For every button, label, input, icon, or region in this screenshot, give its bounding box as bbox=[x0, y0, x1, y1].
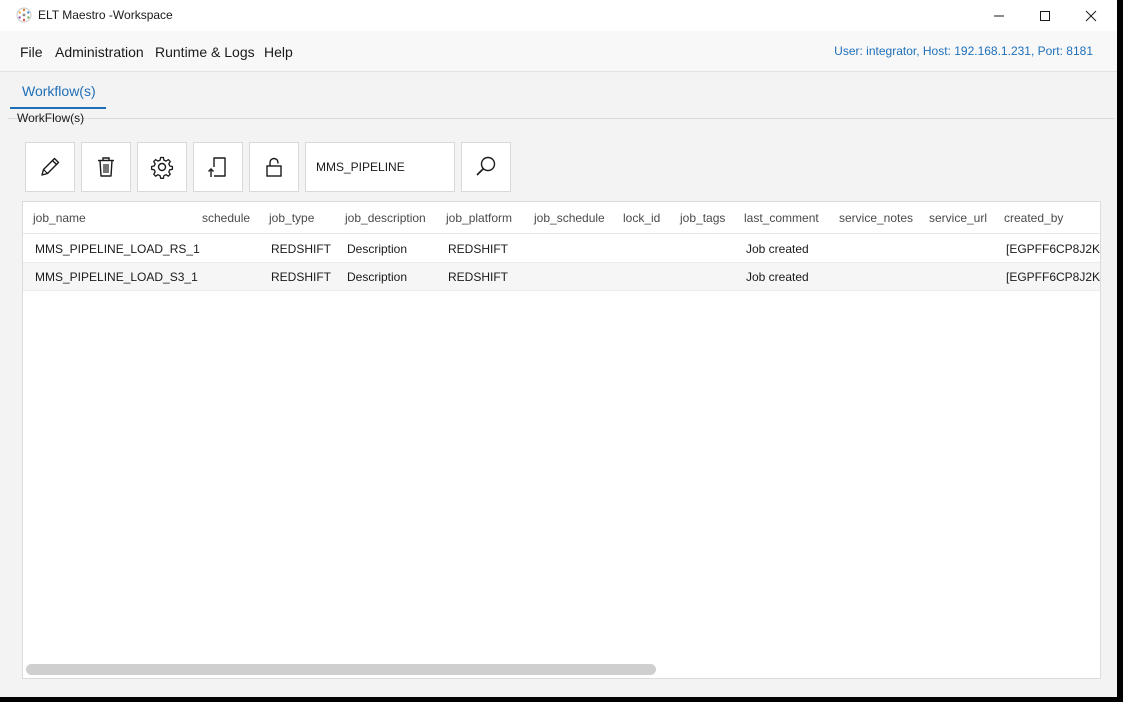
column-header-job-type[interactable]: job_type bbox=[269, 211, 314, 225]
close-button[interactable] bbox=[1068, 0, 1114, 31]
tab-strip: Workflow(s) bbox=[0, 72, 1117, 112]
cell-job-description: Description bbox=[347, 242, 408, 256]
settings-button[interactable] bbox=[137, 142, 187, 192]
column-header-lock-id[interactable]: lock_id bbox=[623, 211, 660, 225]
cell-job-name: MMS_PIPELINE_LOAD_S3_1 bbox=[35, 270, 198, 284]
cell-job-type: REDSHIFT bbox=[271, 270, 331, 284]
settings-icon bbox=[150, 156, 174, 179]
search-button[interactable] bbox=[461, 142, 511, 192]
column-header-service-url[interactable]: service_url bbox=[929, 211, 987, 225]
import-icon bbox=[208, 157, 226, 177]
maximize-button[interactable] bbox=[1022, 0, 1068, 31]
menu-help[interactable]: Help bbox=[264, 44, 293, 60]
title-bar: ELT Maestro -Workspace bbox=[0, 0, 1117, 31]
import-button[interactable] bbox=[193, 142, 243, 192]
menu-file[interactable]: File bbox=[20, 44, 43, 60]
cell-last-comment: Job created bbox=[746, 270, 809, 284]
tab-workflows-label: Workflow(s) bbox=[22, 83, 96, 99]
maximize-icon bbox=[1040, 10, 1050, 21]
workflow-grid: job_name schedule job_type job_descripti… bbox=[22, 201, 1101, 679]
minimize-button[interactable] bbox=[976, 0, 1022, 31]
close-icon bbox=[1085, 10, 1097, 21]
app-window: ELT Maestro -Workspace File Administrati… bbox=[0, 0, 1117, 697]
minimize-icon bbox=[994, 15, 1004, 16]
column-header-job-name[interactable]: job_name bbox=[33, 211, 86, 225]
column-header-job-schedule[interactable]: job_schedule bbox=[534, 211, 605, 225]
active-tab-indicator bbox=[10, 107, 106, 109]
column-header-job-description[interactable]: job_description bbox=[345, 211, 426, 225]
tab-workflows[interactable]: Workflow(s) bbox=[10, 72, 106, 109]
search-icon bbox=[476, 156, 496, 176]
column-header-created-by[interactable]: created_by bbox=[1004, 211, 1063, 225]
cell-job-name: MMS_PIPELINE_LOAD_RS_1 bbox=[35, 242, 200, 256]
table-row[interactable]: MMS_PIPELINE_LOAD_RS_1 REDSHIFT Descript… bbox=[23, 235, 1101, 263]
horizontal-scrollbar[interactable] bbox=[26, 664, 656, 675]
table-row[interactable]: MMS_PIPELINE_LOAD_S3_1 REDSHIFT Descript… bbox=[23, 263, 1101, 291]
cell-created-by: [EGPFF6CP8J2KO] bbox=[1006, 242, 1101, 256]
unlock-button[interactable] bbox=[249, 142, 299, 192]
search-input[interactable] bbox=[305, 142, 455, 192]
app-logo-icon bbox=[16, 7, 32, 23]
connection-info: User: integrator, Host: 192.168.1.231, P… bbox=[834, 44, 1093, 58]
grid-header: job_name schedule job_type job_descripti… bbox=[23, 202, 1100, 234]
column-header-job-tags[interactable]: job_tags bbox=[680, 211, 725, 225]
column-header-job-platform[interactable]: job_platform bbox=[446, 211, 512, 225]
section-label: WorkFlow(s) bbox=[17, 111, 85, 125]
cell-created-by: [EGPFF6CP8J2KO] bbox=[1006, 270, 1101, 284]
unlock-icon bbox=[266, 157, 282, 177]
tab-divider bbox=[8, 118, 1115, 119]
cell-last-comment: Job created bbox=[746, 242, 809, 256]
edit-icon bbox=[41, 157, 60, 176]
menu-bar: File Administration Runtime & Logs Help … bbox=[0, 31, 1117, 72]
menu-administration[interactable]: Administration bbox=[55, 44, 144, 60]
column-header-schedule[interactable]: schedule bbox=[202, 211, 250, 225]
cell-job-platform: REDSHIFT bbox=[448, 242, 508, 256]
menu-runtime-logs[interactable]: Runtime & Logs bbox=[155, 44, 255, 60]
window-title: ELT Maestro -Workspace bbox=[38, 8, 173, 22]
edit-button[interactable] bbox=[25, 142, 75, 192]
cell-job-platform: REDSHIFT bbox=[448, 270, 508, 284]
cell-job-description: Description bbox=[347, 270, 408, 284]
delete-icon bbox=[98, 157, 114, 177]
column-header-service-notes[interactable]: service_notes bbox=[839, 211, 913, 225]
column-header-last-comment[interactable]: last_comment bbox=[744, 211, 819, 225]
cell-job-type: REDSHIFT bbox=[271, 242, 331, 256]
delete-button[interactable] bbox=[81, 142, 131, 192]
